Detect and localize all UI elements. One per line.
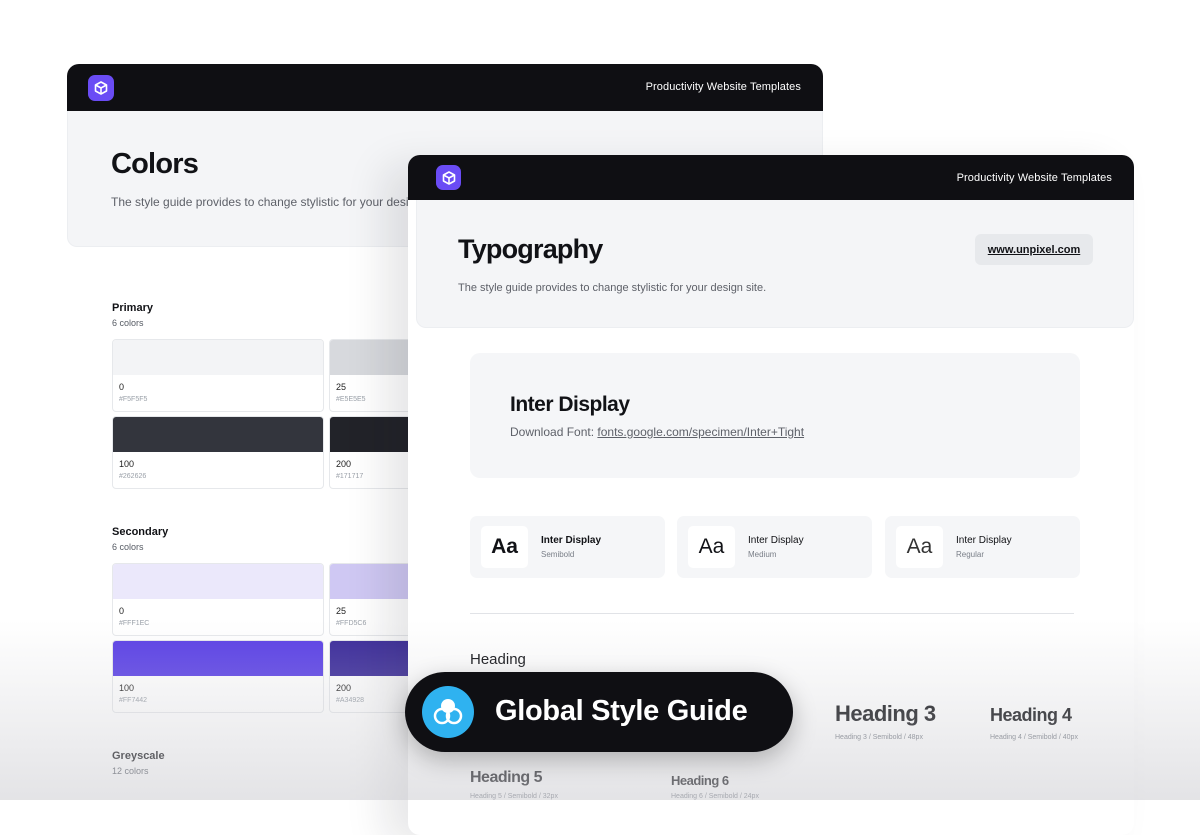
swatch-level: 0 (119, 606, 125, 616)
swatch-level: 100 (119, 683, 135, 693)
heading-6-spec: Heading 6 / Semibold / 24px (671, 793, 759, 800)
swatch-secondary-100[interactable]: 100 #FF7442 (112, 640, 324, 713)
font-name: Inter Display (510, 393, 630, 416)
cube-logo-icon[interactable] (436, 165, 461, 190)
heading-6-sample: Heading 6 (671, 773, 729, 788)
heading-4-spec: Heading 4 / Semibold / 40px (990, 734, 1078, 741)
global-style-guide-badge: Global Style Guide (405, 672, 793, 752)
swatch-hex: #A34928 (336, 697, 365, 704)
group-count-greyscale: 12 colors (112, 766, 149, 776)
swatch-secondary-0[interactable]: 0 #FFF1EC (112, 563, 324, 636)
swatch-primary-100[interactable]: 100 #262626 (112, 416, 324, 489)
weight-style: Medium (748, 550, 777, 559)
badge-label: Global Style Guide (495, 695, 748, 727)
font-weight-card-regular: Aa Inter Display Regular (885, 516, 1080, 578)
weight-font-name: Inter Display (748, 535, 804, 546)
swatch-level: 200 (336, 683, 352, 693)
swatch-hex: #FFD5C6 (336, 620, 367, 627)
font-download-link[interactable]: fonts.google.com/specimen/Inter+Tight (597, 425, 804, 439)
site-link-button[interactable]: www.unpixel.com (975, 234, 1093, 265)
swatch-level: 200 (336, 459, 352, 469)
weight-style: Regular (956, 550, 985, 559)
page-subtitle: The style guide provides to change styli… (458, 282, 767, 294)
group-title-primary: Primary (112, 302, 153, 314)
heading-3-sample: Heading 3 (835, 701, 936, 726)
group-title-secondary: Secondary (112, 526, 169, 538)
topbar-title[interactable]: Productivity Website Templates (957, 172, 1112, 184)
weight-font-name: Inter Display (956, 535, 1012, 546)
font-weight-card-medium: Aa Inter Display Medium (677, 516, 872, 578)
section-divider (470, 613, 1074, 614)
font-info-box: Inter Display Download Font: fonts.googl… (470, 353, 1080, 478)
colors-topbar: Productivity Website Templates (67, 64, 823, 111)
type-sample: Aa (896, 526, 943, 568)
swatch-fill (113, 417, 323, 452)
swatch-fill (113, 564, 323, 599)
typography-topbar: Productivity Website Templates (408, 155, 1134, 200)
swatch-level: 0 (119, 382, 125, 392)
swatch-level: 25 (336, 606, 347, 616)
page-title: Typography (458, 234, 603, 264)
heading-5-spec: Heading 5 / Semibold / 32px (470, 793, 558, 800)
swatch-hex: #FF7442 (119, 697, 148, 704)
type-sample: Aa (481, 526, 528, 568)
type-sample: Aa (688, 526, 735, 568)
swatch-hex: #171717 (336, 473, 364, 480)
swatch-fill (113, 340, 323, 375)
cube-logo-icon[interactable] (88, 75, 114, 101)
weight-font-name: Inter Display (541, 535, 602, 546)
group-count-secondary: 6 colors (112, 542, 144, 552)
font-download: Download Font: fonts.google.com/specimen… (510, 425, 804, 439)
heading-4-sample: Heading 4 (990, 705, 1072, 725)
swatch-hex: #262626 (119, 473, 147, 480)
heading-3-spec: Heading 3 / Semibold / 48px (835, 734, 923, 741)
swatch-hex: #E5E5E5 (336, 396, 366, 403)
heading-5-sample: Heading 5 (470, 769, 542, 786)
page-title: Colors (111, 148, 199, 180)
swatch-primary-0[interactable]: 0 #F5F5F5 (112, 339, 324, 412)
swatch-hex: #F5F5F5 (119, 396, 148, 403)
group-count-primary: 6 colors (112, 318, 144, 328)
typography-hero: Typography The style guide provides to c… (416, 200, 1134, 328)
swatch-hex: #FFF1EC (119, 620, 150, 627)
font-weight-card-semibold: Aa Inter Display Semibold (470, 516, 665, 578)
heading-section-label: Heading (470, 651, 526, 668)
weight-style: Semibold (541, 550, 575, 559)
swatch-level: 25 (336, 382, 347, 392)
swatch-fill (113, 641, 323, 676)
font-download-label: Download Font: (510, 425, 598, 439)
overlapping-circles-icon (422, 686, 474, 738)
group-title-greyscale: Greyscale (112, 750, 165, 762)
swatch-level: 100 (119, 459, 135, 469)
page-subtitle: The style guide provides to change styli… (111, 195, 416, 209)
topbar-title[interactable]: Productivity Website Templates (646, 81, 801, 93)
